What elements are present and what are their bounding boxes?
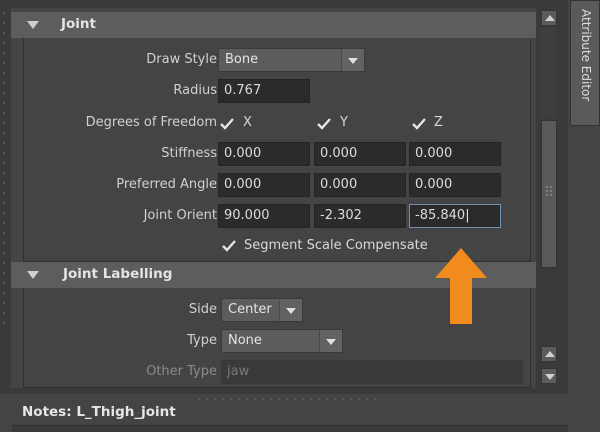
joint-orient-label: Joint Orient <box>143 208 217 223</box>
dof-label: Degrees of Freedom <box>85 115 217 130</box>
collapse-triangle-icon[interactable] <box>27 271 39 279</box>
scroll-track[interactable] <box>541 28 557 118</box>
type-value: None <box>228 333 262 348</box>
attribute-panel: Joint Draw Style Bone Radius 0.767 Degre… <box>11 8 536 388</box>
left-dock-grip-icon[interactable] <box>2 8 8 328</box>
stiffness-x-field[interactable]: 0.000 <box>218 142 310 166</box>
dof-x-checkbox[interactable] <box>219 116 235 132</box>
dof-z-checkbox[interactable] <box>411 116 427 132</box>
joint-section-header[interactable]: Joint <box>11 12 536 38</box>
scroll-down-button[interactable] <box>541 368 557 384</box>
dof-z-label: Z <box>434 115 443 130</box>
side-value: Center <box>228 302 272 317</box>
dropdown-arrow-icon <box>341 49 364 71</box>
dropdown-arrow-icon <box>279 299 302 321</box>
collapse-triangle-icon[interactable] <box>27 21 39 29</box>
notes-area[interactable] <box>12 425 568 432</box>
other-type-field: jaw <box>221 360 523 384</box>
side-label: Side <box>188 302 217 317</box>
vertical-scrollbar[interactable] <box>540 8 558 388</box>
type-dropdown[interactable]: None <box>221 329 343 353</box>
stiffness-y-field[interactable]: 0.000 <box>314 142 406 166</box>
stiffness-z-field[interactable]: 0.000 <box>409 142 501 166</box>
preferred-angle-x-field[interactable]: 0.000 <box>218 173 310 197</box>
joint-orient-z-value: -85.840 <box>415 208 466 223</box>
radius-field[interactable]: 0.767 <box>218 79 310 103</box>
scroll-page-up-button[interactable] <box>541 346 557 362</box>
joint-section-body: Draw Style Bone Radius 0.767 Degrees of … <box>11 38 536 262</box>
dof-y-label: Y <box>340 115 348 130</box>
type-label: Type <box>187 333 217 348</box>
draw-style-dropdown[interactable]: Bone <box>218 48 365 72</box>
joint-labelling-section-title: Joint Labelling <box>63 266 173 282</box>
radius-label: Radius <box>173 83 217 98</box>
dropdown-arrow-icon <box>319 330 342 352</box>
attribute-editor-tab-label: Attribute Editor <box>579 9 593 102</box>
side-dropdown[interactable]: Center <box>221 298 303 322</box>
preferred-angle-z-field[interactable]: 0.000 <box>409 173 501 197</box>
notes-label: Notes: L_Thigh_joint <box>22 404 176 420</box>
annotation-arrow-icon <box>435 248 487 324</box>
other-type-label: Other Type <box>146 364 217 379</box>
dof-y-checkbox[interactable] <box>316 116 332 132</box>
text-cursor: | <box>465 208 470 223</box>
joint-orient-y-field[interactable]: -2.302 <box>314 204 406 228</box>
segment-scale-checkbox[interactable] <box>221 238 237 254</box>
splitter-grip-icon[interactable] <box>196 396 396 402</box>
segment-scale-label: Segment Scale Compensate <box>244 238 428 253</box>
scroll-thumb[interactable] <box>541 120 557 268</box>
preferred-angle-y-field[interactable]: 0.000 <box>314 173 406 197</box>
preferred-angle-label: Preferred Angle <box>116 177 217 192</box>
dof-x-label: X <box>243 115 252 130</box>
draw-style-value: Bone <box>225 52 259 67</box>
joint-orient-x-field[interactable]: 90.000 <box>218 204 310 228</box>
draw-style-label: Draw Style <box>146 52 217 67</box>
grip-icon <box>546 186 552 196</box>
joint-section-title: Joint <box>61 16 96 32</box>
scroll-up-button[interactable] <box>541 10 557 26</box>
stiffness-label: Stiffness <box>161 146 217 161</box>
joint-orient-z-field[interactable]: -85.840| <box>409 204 501 228</box>
attribute-editor-tab[interactable]: Attribute Editor <box>570 0 600 126</box>
